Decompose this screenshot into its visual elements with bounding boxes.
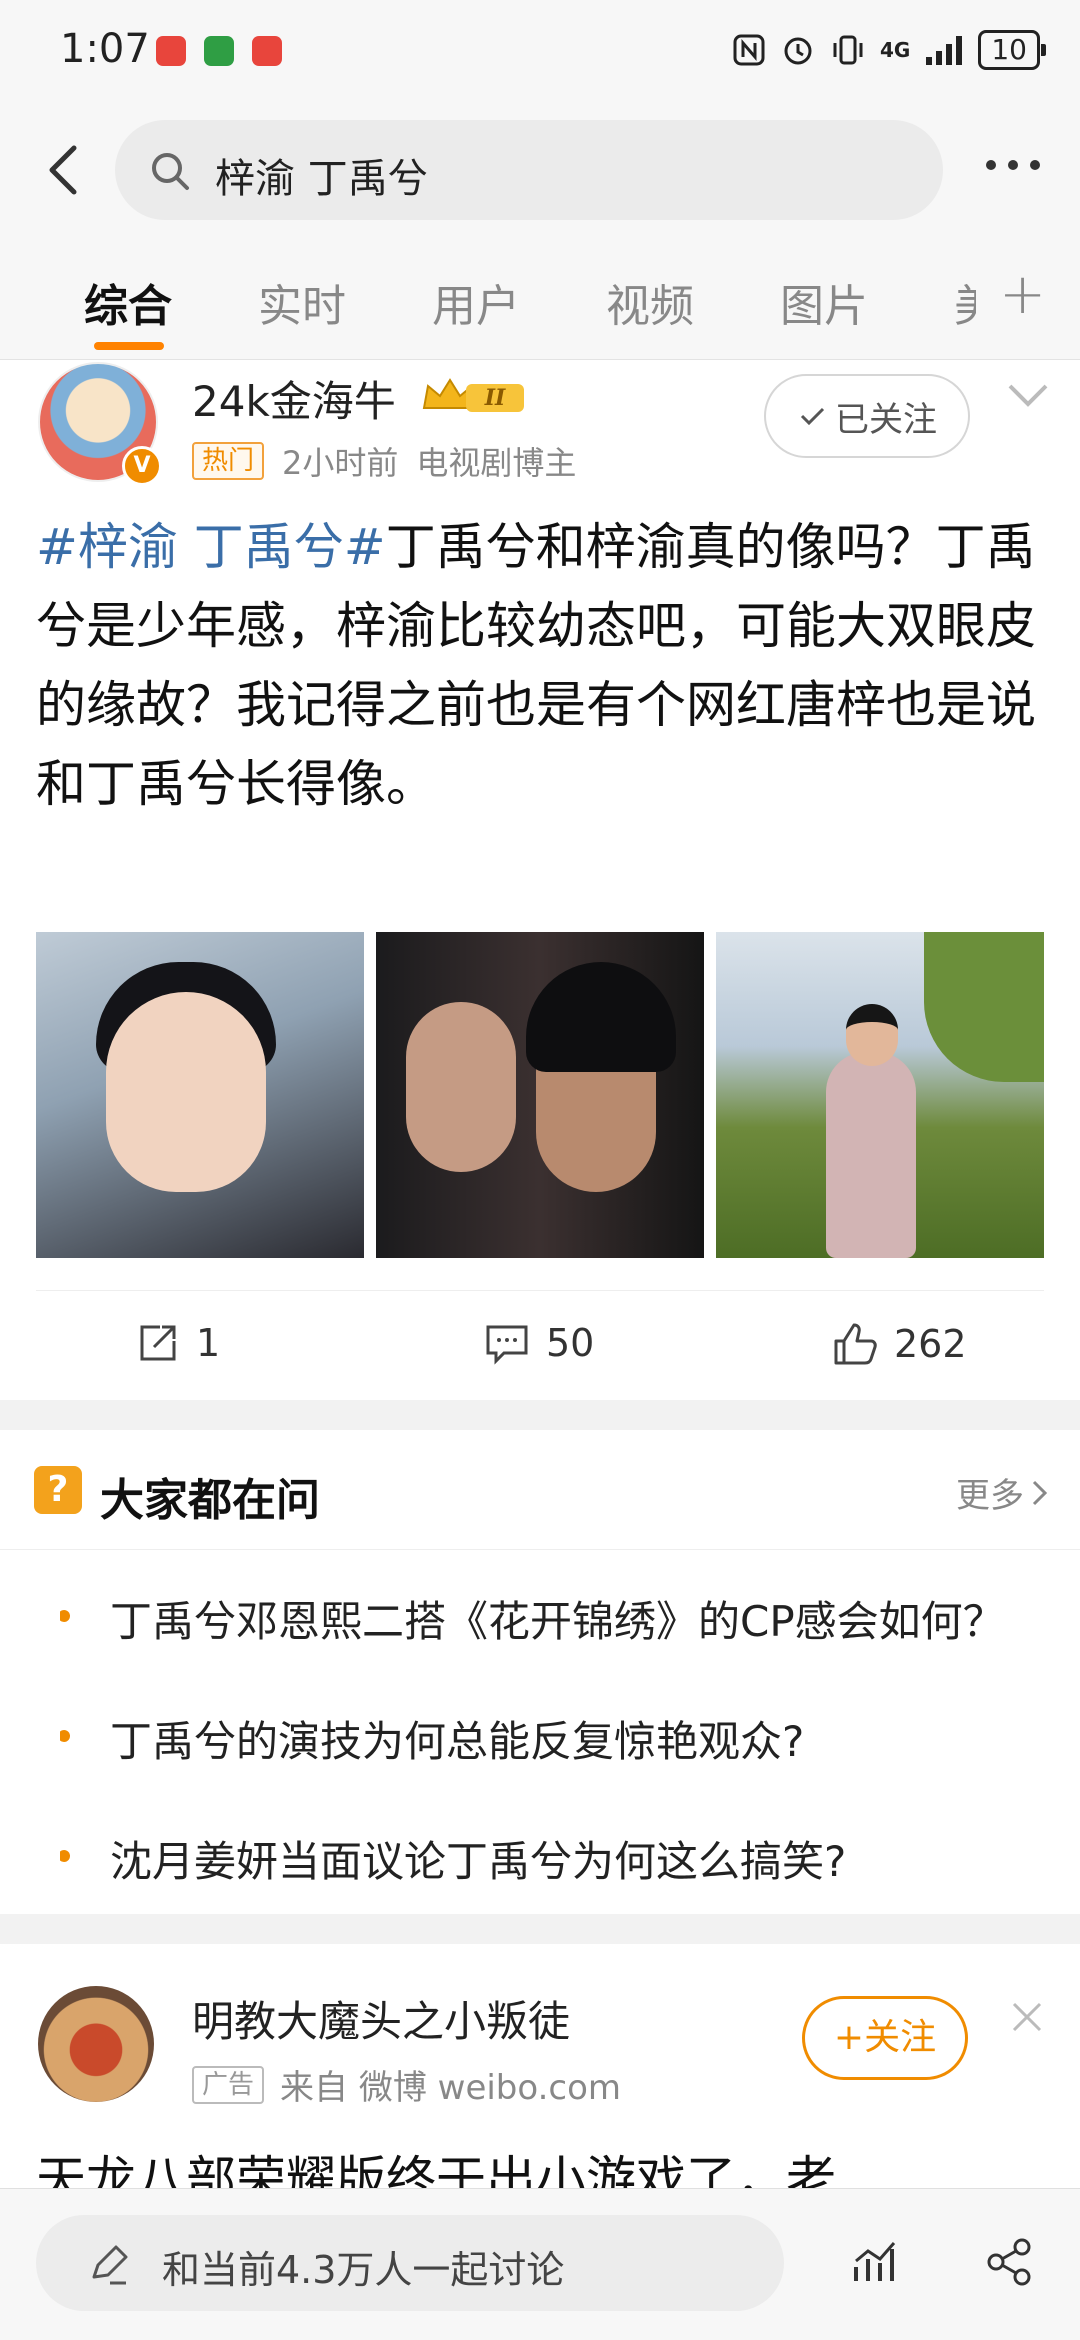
signal-icon <box>926 36 963 65</box>
add-tab-icon[interactable]: + <box>999 267 1046 323</box>
alarm-icon <box>784 37 812 65</box>
post-meta: 热门 2小时前 电视剧博主 <box>192 438 576 484</box>
followed-label: 已关注 <box>835 399 937 440</box>
crown-level-icon: II <box>422 378 524 412</box>
bottom-bar: 和当前4.3万人一起讨论 <box>0 2188 1080 2340</box>
like-button[interactable]: 262 <box>832 1321 967 1367</box>
ad-source: 来自 微博 weibo.com <box>280 2068 622 2108</box>
chevron-right-icon <box>1032 1480 1048 1505</box>
status-time: 1:07 <box>60 26 150 72</box>
notification-app-icon <box>204 36 234 66</box>
post-image[interactable] <box>716 932 1044 1258</box>
tab-videos[interactable]: 视频 <box>606 270 694 334</box>
ad-card: 明教大魔头之小叛徒 广告 来自 微博 weibo.com +关注 天龙八部荣耀版… <box>0 1944 1080 2209</box>
discuss-input[interactable]: 和当前4.3万人一起讨论 <box>36 2215 784 2311</box>
vibrate-icon <box>833 35 863 65</box>
check-icon <box>800 407 825 426</box>
tab-comprehensive[interactable]: 综合 <box>84 270 172 334</box>
post-images <box>36 932 1044 1258</box>
more-link[interactable]: 更多 <box>956 1468 1050 1517</box>
followed-button[interactable]: 已关注 <box>764 374 970 458</box>
verified-badge-icon: V <box>122 446 162 486</box>
chevron-down-icon[interactable] <box>1006 380 1050 410</box>
post-time: 2小时前 <box>282 444 399 482</box>
more-dots-icon[interactable] <box>986 160 1040 170</box>
network-type: 4G <box>880 38 911 62</box>
follow-button[interactable]: +关注 <box>802 1996 968 2080</box>
post-username[interactable]: 24k金海牛 <box>192 368 396 429</box>
avatar[interactable] <box>38 1986 154 2102</box>
ask-header: ? 大家都在问 更多 <box>0 1430 1080 1550</box>
pencil-icon <box>92 2245 128 2285</box>
search-input[interactable]: 梓渝 丁禹兮 <box>115 120 943 220</box>
comment-icon <box>486 1325 528 1365</box>
status-icons: 4G 10 <box>732 30 1046 70</box>
comment-button[interactable]: 50 <box>484 1321 594 1365</box>
thumbs-up-icon <box>834 1323 877 1365</box>
search-query: 梓渝 丁禹兮 <box>215 156 428 202</box>
ask-item[interactable]: 丁禹兮的演技为何总能反复惊艳观众? <box>60 1708 1020 1769</box>
everyone-asks-section: ? 大家都在问 更多 丁禹兮邓恩熙二搭《花开锦绣》的CP感会如何？ 丁禹兮的演技… <box>0 1430 1080 1914</box>
search-header: 梓渝 丁禹兮 <box>0 110 1080 230</box>
nfc-icon <box>733 34 765 66</box>
ad-account-name[interactable]: 明教大魔头之小叛徒 <box>192 1988 570 2049</box>
tab-partial[interactable]: 美 <box>954 270 976 334</box>
post-image[interactable] <box>36 932 364 1258</box>
post-body: #梓渝 丁禹兮#丁禹兮和梓渝真的像吗？丁禹兮是少年感，梓渝比较幼态吧，可能大双眼… <box>36 508 1046 824</box>
search-tabs: 综合 实时 用户 视频 图片 美 + <box>0 230 1080 360</box>
share-icon[interactable] <box>986 2237 1034 2287</box>
tab-realtime[interactable]: 实时 <box>258 270 346 334</box>
trend-chart-icon[interactable] <box>850 2237 900 2287</box>
topic-link[interactable]: #梓渝 丁禹兮# <box>36 518 386 576</box>
close-icon[interactable] <box>1010 2000 1044 2034</box>
discuss-label: 和当前4.3万人一起讨论 <box>162 2248 565 2292</box>
notification-app-icon <box>252 36 282 66</box>
tab-users[interactable]: 用户 <box>432 270 520 334</box>
search-icon <box>152 153 189 190</box>
battery-icon: 10 <box>978 30 1046 70</box>
question-icon: ? <box>34 1466 82 1514</box>
ad-tag: 广告 <box>192 2065 265 2104</box>
back-arrow-icon[interactable] <box>40 140 90 200</box>
author-role: 电视剧博主 <box>416 444 577 482</box>
repost-button[interactable]: 1 <box>136 1321 220 1365</box>
ask-item[interactable]: 丁禹兮邓恩熙二搭《花开锦绣》的CP感会如何？ <box>60 1588 1020 1649</box>
repost-count: 1 <box>196 1321 221 1365</box>
status-bar: 1:07 4G 10 <box>0 0 1080 110</box>
repost-icon <box>140 1325 176 1361</box>
ad-meta: 广告 来自 微博 weibo.com <box>192 2060 621 2109</box>
svg-text:II: II <box>484 385 506 411</box>
like-count: 262 <box>894 1322 967 1366</box>
more-label: 更多 <box>956 1476 1024 1516</box>
comment-count: 50 <box>546 1321 595 1365</box>
ask-item[interactable]: 沈月姜妍当面议论丁禹兮为何这么搞笑? <box>60 1828 1020 1889</box>
post-image[interactable] <box>376 932 704 1258</box>
notification-app-icon <box>156 36 186 66</box>
post-card: V 24k金海牛 II 热门 2小时前 电视剧博主 已关注 #梓渝 丁禹兮#丁禹… <box>0 360 1080 1400</box>
tab-images[interactable]: 图片 <box>780 270 868 334</box>
post-actions: 1 50 262 <box>36 1290 1044 1390</box>
ask-title: 大家都在问 <box>100 1475 320 1526</box>
hot-tag: 热门 <box>192 442 265 480</box>
active-tab-indicator <box>94 342 164 350</box>
